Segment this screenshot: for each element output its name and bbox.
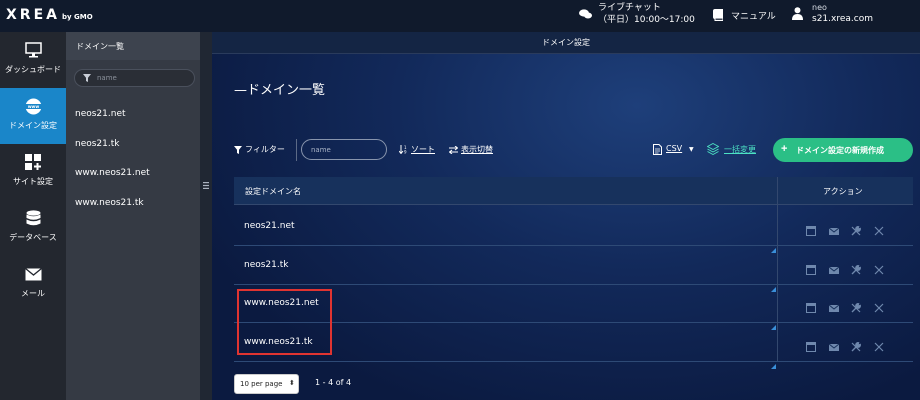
tools-icon[interactable]	[851, 298, 861, 313]
top-bar: XREA by GMO ライブチャット （平日）10:00〜17:00 マニュアル…	[0, 0, 920, 32]
www-icon: www	[25, 98, 42, 115]
sort-icon[interactable]: 1 9	[399, 145, 408, 154]
table-row[interactable]: www.neos21.tk	[234, 323, 913, 369]
mail-icon[interactable]	[828, 260, 840, 274]
drag-handle-icon[interactable]	[203, 182, 209, 189]
column-header-action: アクション	[823, 187, 863, 196]
nav-item-dashboard[interactable]: ダッシュボード	[0, 32, 66, 88]
svg-text:www: www	[28, 104, 40, 109]
logo-sub-text: by GMO	[61, 13, 93, 21]
xrea-logo[interactable]: XREA by GMO	[6, 7, 93, 23]
pagination-info: 1 - 4 of 4	[315, 378, 352, 387]
nav-label-mail: メール	[21, 289, 45, 298]
per-page-select[interactable]: 10 per page ⬍	[234, 374, 299, 394]
domain-name-cell[interactable]: neos21.net	[244, 221, 295, 231]
mail-icon[interactable]	[828, 221, 840, 235]
corner-marker	[771, 315, 776, 330]
main-header-title: ドメイン設定	[542, 38, 590, 47]
nav-item-domain-settings[interactable]: www ドメイン設定	[0, 88, 66, 144]
panel-header: ドメイン一覧	[66, 32, 200, 60]
delete-icon[interactable]	[874, 260, 884, 275]
mail-icon[interactable]	[828, 337, 840, 351]
document-icon[interactable]	[653, 144, 662, 155]
corner-marker	[771, 238, 776, 253]
corner-marker	[771, 277, 776, 292]
grid-plus-icon	[25, 154, 41, 170]
caret-down-icon[interactable]: ▼	[689, 146, 694, 153]
panel-domain-item[interactable]: neos21.tk	[75, 139, 120, 149]
bulk-change-link[interactable]: 一括変更	[724, 144, 756, 155]
highlight-box	[237, 289, 332, 355]
window-icon[interactable]	[806, 260, 816, 275]
csv-link[interactable]: CSV	[666, 144, 682, 153]
logo-text: XREA	[6, 7, 60, 23]
per-page-label: 10 per page	[240, 380, 283, 388]
create-domain-setting-label: ドメイン設定の新規作成	[796, 146, 884, 155]
nav-label-domain-settings: ドメイン設定	[9, 121, 57, 130]
column-divider	[777, 177, 778, 361]
svg-text:9: 9	[404, 150, 407, 155]
manual-link[interactable]: マニュアル	[731, 9, 776, 22]
panel-search[interactable]	[74, 69, 195, 87]
tools-icon[interactable]	[851, 260, 861, 275]
chat-hours: （平日）10:00〜17:00	[598, 15, 695, 25]
swap-icon[interactable]	[449, 146, 458, 154]
table-header	[234, 177, 913, 205]
monitor-icon	[25, 42, 42, 58]
view-switch-link[interactable]: 表示切替	[461, 144, 493, 155]
filter-icon	[234, 146, 242, 154]
filter-icon	[83, 74, 91, 82]
sort-link[interactable]: ソート	[411, 144, 435, 155]
select-caret-icon: ⬍	[289, 379, 295, 387]
database-icon	[26, 210, 41, 226]
window-icon[interactable]	[806, 337, 816, 352]
create-domain-setting-button[interactable]: + ドメイン設定の新規作成	[773, 138, 913, 162]
table-row[interactable]: neos21.net	[234, 207, 913, 253]
tools-icon[interactable]	[851, 337, 861, 352]
nav-label-database: データベース	[9, 233, 57, 242]
window-icon[interactable]	[806, 298, 816, 313]
layers-icon[interactable]	[707, 143, 719, 155]
domain-list-panel: ドメイン一覧 neos21.net neos21.tk www.neos21.n…	[66, 32, 200, 400]
filter-label: フィルター	[245, 145, 285, 154]
user-icon[interactable]	[792, 7, 803, 20]
nav-item-database[interactable]: データベース	[0, 200, 66, 256]
nav-label-site-settings: サイト設定	[13, 177, 53, 186]
page-title: —ドメイン一覧	[234, 83, 326, 98]
mail-icon	[25, 267, 42, 281]
live-chat-label[interactable]: ライブチャット	[598, 2, 661, 14]
panel-title: ドメイン一覧	[76, 42, 124, 51]
plus-icon: +	[781, 143, 788, 155]
nav-label-dashboard: ダッシュボード	[5, 65, 61, 74]
nav-item-site-settings[interactable]: サイト設定	[0, 144, 66, 200]
left-nav: ダッシュボード www ドメイン設定 サイト設定 データベース メール	[0, 32, 66, 400]
domain-name-cell[interactable]: neos21.tk	[244, 260, 289, 270]
delete-icon[interactable]	[874, 298, 884, 313]
nav-item-mail[interactable]: メール	[0, 256, 66, 312]
window-icon[interactable]	[806, 221, 816, 236]
corner-marker	[771, 354, 776, 369]
panel-splitter[interactable]	[200, 32, 212, 400]
panel-search-input[interactable]	[97, 72, 187, 84]
user-name[interactable]: neo	[812, 3, 827, 12]
toolbar-divider	[296, 139, 297, 161]
panel-domain-item[interactable]: www.neos21.tk	[75, 198, 144, 208]
table-row[interactable]: www.neos21.net	[234, 284, 913, 330]
tools-icon[interactable]	[851, 221, 861, 236]
panel-domain-item[interactable]: neos21.net	[75, 109, 126, 119]
panel-domain-item[interactable]: www.neos21.net	[75, 168, 150, 178]
table-row[interactable]: neos21.tk	[234, 246, 913, 292]
mail-icon[interactable]	[828, 298, 840, 312]
column-header-domain: 設定ドメイン名	[245, 187, 301, 196]
user-server[interactable]: s21.xrea.com	[812, 14, 873, 24]
name-filter-input[interactable]	[301, 139, 387, 160]
main-header: ドメイン設定	[212, 32, 920, 54]
chat-icon[interactable]	[579, 9, 592, 19]
book-icon[interactable]	[713, 9, 724, 21]
delete-icon[interactable]	[874, 221, 884, 236]
delete-icon[interactable]	[874, 337, 884, 352]
